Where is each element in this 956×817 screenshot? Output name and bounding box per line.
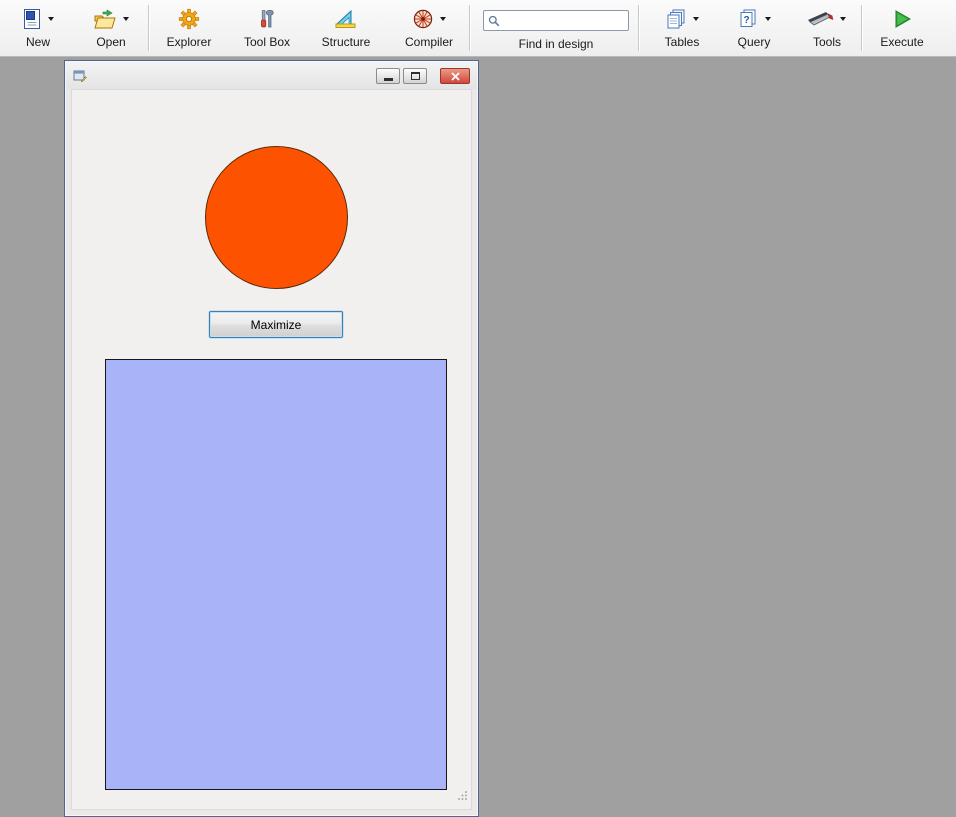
toolbar-button-tables[interactable]: Tables [649,0,715,56]
minimize-button[interactable] [376,68,400,84]
toolbar-label-toolbox: Tool Box [244,35,290,49]
chevron-down-icon[interactable] [48,17,54,21]
app-icon[interactable] [73,69,87,83]
toolbar-label-structure: Structure [322,35,371,49]
toolbar-button-execute[interactable]: Execute [872,0,932,56]
toolbar-label-query: Query [738,35,771,49]
find-in-design-group: Find in design [476,0,636,56]
toolbar-label-open: Open [96,35,125,49]
maximize-form-button[interactable]: Maximize [209,311,343,338]
toolbar-button-structure[interactable]: Structure [313,0,379,56]
find-in-design-searchbox[interactable] [483,10,629,31]
main-toolbar: New Open [0,0,956,57]
toolbar-button-query[interactable]: ? Query [723,0,785,56]
chevron-down-icon[interactable] [123,17,129,21]
desktop: { "toolbar": { "items": [ {"label": "New… [0,0,956,817]
toolbar-button-new[interactable]: New [8,0,68,56]
explorer-gear-icon [178,8,200,30]
toolbar-label-tools: Tools [813,35,841,49]
search-input[interactable] [503,14,623,28]
blue-rectangle-shape [105,359,447,790]
svg-text:?: ? [743,15,749,26]
toolbar-label-tables: Tables [665,35,700,49]
toolbar-label-execute: Execute [880,35,923,49]
window-controls [373,68,470,84]
new-document-icon [22,8,42,30]
find-in-design-label: Find in design [519,37,594,51]
tables-icon [665,8,687,30]
toolbar-separator [638,5,639,51]
execute-play-icon [891,8,913,30]
chevron-down-icon[interactable] [840,17,846,21]
toolbar-separator [469,5,470,51]
toolbar-label-new: New [26,35,50,49]
chevron-down-icon[interactable] [693,17,699,21]
chevron-down-icon[interactable] [440,17,446,21]
orange-circle-shape [205,146,348,289]
compiler-icon [412,8,434,30]
maximize-form-button-label: Maximize [251,318,302,332]
resize-grip[interactable] [457,788,468,806]
toolbar-button-open[interactable]: Open [76,0,146,56]
chevron-down-icon[interactable] [765,17,771,21]
open-folder-icon [93,8,117,30]
structure-icon [334,8,358,30]
toolbar-button-tools[interactable]: Tools [795,0,859,56]
toolbar-separator [861,5,862,51]
query-icon: ? [737,8,759,30]
toolbox-icon [256,8,278,30]
toolbar-label-compiler: Compiler [405,35,453,49]
toolbar-button-toolbox[interactable]: Tool Box [235,0,299,56]
maximize-icon [411,72,420,80]
toolbar-button-explorer[interactable]: Explorer [157,0,221,56]
toolbar-button-compiler[interactable]: Compiler [391,0,467,56]
close-button[interactable] [440,68,470,84]
toolbar-separator [148,5,149,51]
toolbar-label-explorer: Explorer [167,35,212,49]
close-icon [451,72,460,81]
app-window: Maximize [64,60,479,817]
search-icon [488,15,500,27]
tools-icon [808,9,834,29]
maximize-window-button[interactable] [403,68,427,84]
minimize-icon [384,78,393,81]
form-client-area: Maximize [71,89,472,810]
